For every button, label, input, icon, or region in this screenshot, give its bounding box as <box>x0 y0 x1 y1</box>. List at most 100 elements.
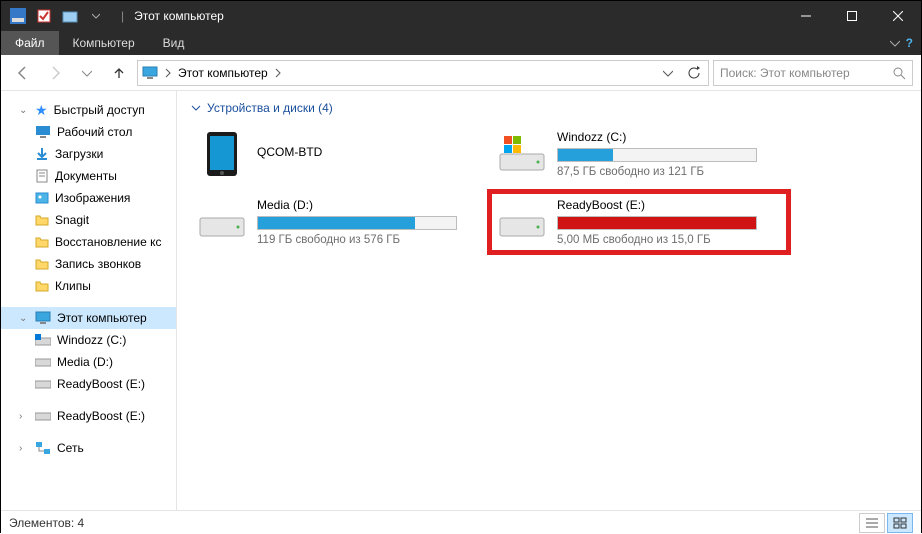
device-subtext: 87,5 ГБ свободно из 121 ГБ <box>557 166 781 178</box>
network-icon <box>35 441 51 455</box>
main-area: ⌄ ★ Быстрый доступ Рабочий стол Загрузки… <box>1 91 921 510</box>
nav-back-button[interactable] <box>9 60 37 86</box>
pictures-icon <box>35 191 49 205</box>
star-icon: ★ <box>35 102 48 119</box>
window-title: Этот компьютер <box>132 9 783 23</box>
breadcrumb-chevron-icon[interactable] <box>274 68 282 78</box>
nav-up-button[interactable] <box>105 60 133 86</box>
device-info: Media (D:) 119 ГБ свободно из 576 ГБ <box>257 198 481 246</box>
drive-icon <box>35 379 51 389</box>
qat-properties-icon[interactable] <box>33 5 55 27</box>
folder-icon <box>35 280 49 292</box>
device-subtext: 119 ГБ свободно из 576 ГБ <box>257 234 481 246</box>
sidebar-drive-d[interactable]: Media (D:) <box>1 351 176 373</box>
app-icon[interactable] <box>7 5 29 27</box>
help-icon[interactable]: ? <box>906 36 913 50</box>
chevron-right-icon[interactable]: › <box>19 411 29 422</box>
sidebar-item-documents[interactable]: Документы <box>1 165 176 187</box>
phone-icon <box>197 129 247 179</box>
status-bar: Элементов: 4 <box>1 510 921 534</box>
drive-os-icon <box>497 129 547 179</box>
menu-computer[interactable]: Компьютер <box>59 31 149 55</box>
status-element-count: Элементов: 4 <box>9 516 84 530</box>
address-chevron-icon[interactable] <box>164 68 172 78</box>
qat-dropdown[interactable] <box>85 5 107 27</box>
search-box[interactable]: Поиск: Этот компьютер <box>713 60 913 86</box>
sidebar-item-recovery[interactable]: Восстановление кс <box>1 231 176 253</box>
drive-os-icon <box>35 334 51 346</box>
search-icon[interactable] <box>892 66 906 80</box>
refresh-button[interactable] <box>684 61 704 85</box>
group-header-label: Устройства и диски (4) <box>207 101 333 115</box>
menu-file[interactable]: Файл <box>1 31 59 55</box>
breadcrumb-this-pc[interactable]: Этот компьютер <box>178 66 268 80</box>
maximize-button[interactable] <box>829 1 875 31</box>
minimize-button[interactable] <box>783 1 829 31</box>
device-tile[interactable]: QCOM-BTD <box>191 125 487 183</box>
desktop-icon <box>35 125 51 139</box>
navigation-bar: Этот компьютер Поиск: Этот компьютер <box>1 55 921 91</box>
drive-icon <box>35 357 51 367</box>
sidebar-item-downloads[interactable]: Загрузки <box>1 143 176 165</box>
sidebar-item-snagit[interactable]: Snagit <box>1 209 176 231</box>
capacity-bar <box>257 216 457 230</box>
sidebar-this-pc[interactable]: ⌄ Этот компьютер <box>1 307 176 329</box>
device-name: QCOM-BTD <box>257 145 481 159</box>
navigation-pane: ⌄ ★ Быстрый доступ Рабочий стол Загрузки… <box>1 91 177 510</box>
folder-icon <box>35 258 49 270</box>
devices-grid: QCOM-BTD Windozz (C:) 87,5 ГБ свободно из … <box>191 125 907 251</box>
sidebar-item-call-recording[interactable]: Запись звонков <box>1 253 176 275</box>
sidebar-quick-access[interactable]: ⌄ ★ Быстрый доступ <box>1 99 176 121</box>
sidebar-label: Быстрый доступ <box>54 103 145 117</box>
sidebar-readyboost[interactable]: › ReadyBoost (E:) <box>1 405 176 427</box>
quick-access-toolbar <box>1 5 113 27</box>
drive-icon <box>35 411 51 421</box>
device-name: ReadyBoost (E:) <box>557 198 781 212</box>
sidebar-drive-c[interactable]: Windozz (C:) <box>1 329 176 351</box>
drive-icon <box>497 197 547 247</box>
chevron-down-icon[interactable] <box>191 103 201 113</box>
device-info: QCOM-BTD <box>257 145 481 163</box>
folder-icon <box>35 236 49 248</box>
pc-icon <box>35 311 51 325</box>
folder-icon <box>35 214 49 226</box>
device-tile[interactable]: Windozz (C:) 87,5 ГБ свободно из 121 ГБ <box>491 125 787 183</box>
capacity-bar <box>557 216 757 230</box>
qat-new-folder-icon[interactable] <box>59 5 81 27</box>
device-info: Windozz (C:) 87,5 ГБ свободно из 121 ГБ <box>557 130 781 178</box>
sidebar-item-desktop[interactable]: Рабочий стол <box>1 121 176 143</box>
view-tiles-button[interactable] <box>887 513 913 533</box>
device-name: Windozz (C:) <box>557 130 781 144</box>
chevron-down-icon[interactable]: ⌄ <box>19 313 29 324</box>
title-separator: | <box>121 9 124 23</box>
sidebar-network[interactable]: › Сеть <box>1 437 176 459</box>
device-tile[interactable]: ReadyBoost (E:) 5,00 МБ свободно из 15,0 … <box>491 193 787 251</box>
nav-recent-dropdown[interactable] <box>73 60 101 86</box>
device-info: ReadyBoost (E:) 5,00 МБ свободно из 15,0 … <box>557 198 781 246</box>
close-button[interactable] <box>875 1 921 31</box>
title-bar: | Этот компьютер <box>1 1 921 31</box>
group-header-devices[interactable]: Устройства и диски (4) <box>191 101 907 115</box>
drive-icon <box>197 197 247 247</box>
view-details-button[interactable] <box>859 513 885 533</box>
chevron-down-icon[interactable]: ⌄ <box>19 105 29 116</box>
documents-icon <box>35 169 49 183</box>
chevron-right-icon[interactable]: › <box>19 443 29 454</box>
address-bar[interactable]: Этот компьютер <box>137 60 709 86</box>
device-subtext: 5,00 МБ свободно из 15,0 ГБ <box>557 234 781 246</box>
sidebar-drive-e[interactable]: ReadyBoost (E:) <box>1 373 176 395</box>
content-area: Устройства и диски (4) QCOM-BTD Windozz (… <box>177 91 921 510</box>
address-pc-icon <box>142 65 158 81</box>
sidebar-item-pictures[interactable]: Изображения <box>1 187 176 209</box>
capacity-bar <box>557 148 757 162</box>
sidebar-item-clips[interactable]: Клипы <box>1 275 176 297</box>
nav-forward-button[interactable] <box>41 60 69 86</box>
address-dropdown-button[interactable] <box>658 61 678 85</box>
search-placeholder: Поиск: Этот компьютер <box>720 66 886 80</box>
device-name: Media (D:) <box>257 198 481 212</box>
menu-view[interactable]: Вид <box>149 31 199 55</box>
device-tile[interactable]: Media (D:) 119 ГБ свободно из 576 ГБ <box>191 193 487 251</box>
ribbon-expand-icon[interactable] <box>890 38 900 48</box>
downloads-icon <box>35 147 49 161</box>
menu-bar: Файл Компьютер Вид ? <box>1 31 921 55</box>
